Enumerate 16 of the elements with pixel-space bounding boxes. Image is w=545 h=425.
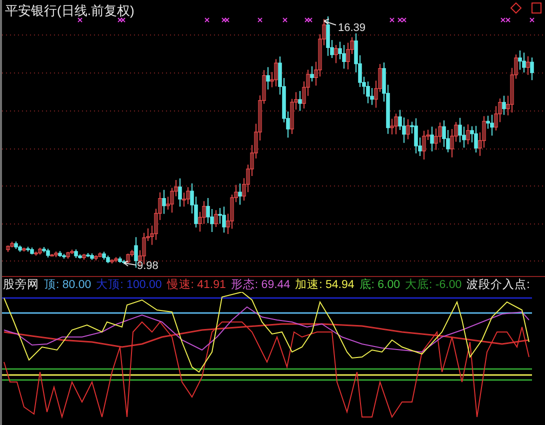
legend-item: 底: 6.00 — [359, 277, 400, 292]
square-icon[interactable] — [532, 2, 542, 14]
legend-item: 大底: -6.00 — [405, 277, 462, 292]
price-label: 16.39 — [338, 22, 366, 34]
leader-line — [324, 18, 336, 26]
legend-item: 大顶: 100.00 — [96, 278, 162, 292]
diamond-icon[interactable] — [510, 2, 522, 14]
legend-item: 股旁网 — [3, 278, 39, 292]
legend-item: 顶: 80.00 — [44, 278, 92, 292]
leader-line — [124, 260, 136, 266]
chart-title: 平安银行(日线.前复权) — [5, 2, 134, 20]
legend-item: 形态: 69.44 — [230, 278, 290, 292]
price-label: 9.98 — [137, 260, 158, 272]
legend-item: 波段介入点: — [466, 278, 530, 292]
legend-item: 加速: 54.94 — [295, 278, 354, 292]
legend-item: 慢速: 41.91 — [166, 278, 226, 292]
